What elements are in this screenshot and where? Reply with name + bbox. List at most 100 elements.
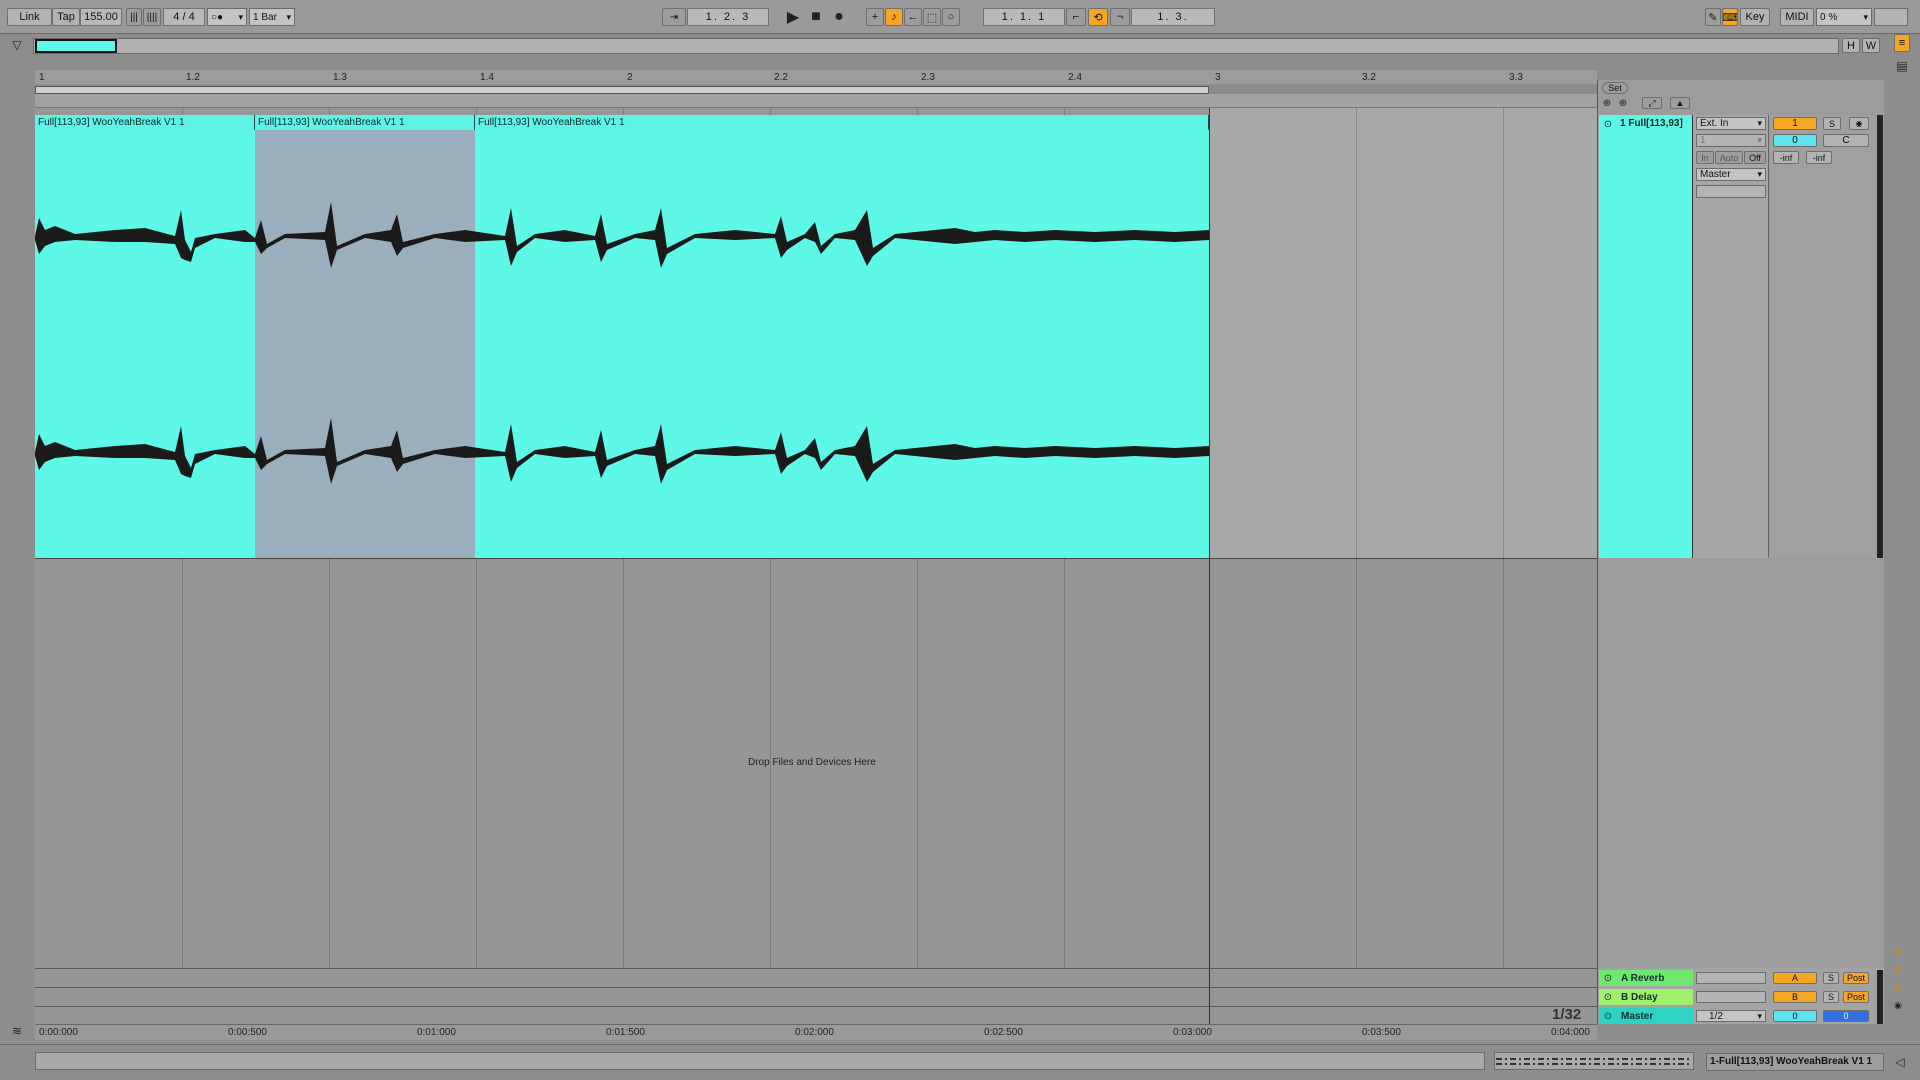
track-name[interactable]: 1 Full[113,93] <box>1620 118 1683 129</box>
loop-length-field[interactable]: 1. 3. <box>1131 8 1215 26</box>
peak-left-readout: -inf <box>1773 151 1799 164</box>
waveform <box>35 202 1209 484</box>
overview-toggle-icon[interactable]: ▽ <box>7 36 27 54</box>
follow-icon[interactable]: ⇥ <box>662 8 686 26</box>
nudge-down-icon[interactable]: ||| <box>126 8 142 26</box>
midi-map-button[interactable]: MIDI <box>1780 8 1814 26</box>
master-volume[interactable]: 0 <box>1773 1010 1817 1022</box>
loop-start-field[interactable]: 1. 1. 1 <box>983 8 1065 26</box>
set-button[interactable]: Set <box>1602 82 1628 94</box>
play-icon[interactable]: ▶ <box>783 7 803 27</box>
monitor-auto-button[interactable]: Auto <box>1715 151 1743 164</box>
session-record-icon[interactable]: ○ <box>942 8 960 26</box>
punch-out-icon[interactable]: ¬ <box>1110 8 1130 26</box>
track-header[interactable] <box>1599 115 1693 558</box>
stop-icon[interactable]: ■ <box>806 7 826 27</box>
re-enable-automation-icon[interactable]: ← <box>904 8 922 26</box>
groove-toggle-icon[interactable]: ≋ <box>7 1022 27 1040</box>
level-meter <box>1877 115 1883 558</box>
song-position-field[interactable]: 1. 2. 3 <box>687 8 769 26</box>
mixer-toggle-icon[interactable]: ◎ <box>1890 980 1906 994</box>
return-b-activator[interactable]: B <box>1773 991 1817 1003</box>
browser-toggle-icon[interactable]: ≡ <box>1894 34 1910 52</box>
lock-icon[interactable]: ▲ <box>1670 97 1690 109</box>
volume-slider[interactable]: 0 <box>1773 134 1817 147</box>
track-mixer-section <box>1770 115 1878 558</box>
time-label: 0:02:500 <box>984 1027 1023 1038</box>
clip-title[interactable]: Full[113,93] WooYeahBreak V1 1 <box>255 115 475 130</box>
quantize-select[interactable]: 1 Bar <box>249 8 295 26</box>
arrangement-after-loop <box>1209 108 1597 558</box>
capture-icon[interactable]: ⬚ <box>923 8 941 26</box>
bar-label: 3 <box>1215 72 1221 83</box>
io-section <box>1693 115 1769 558</box>
monitor-in-button[interactable]: In <box>1696 151 1714 164</box>
tempo-field[interactable]: 155.00 <box>80 8 122 26</box>
punch-in-icon[interactable]: ⌐ <box>1066 8 1086 26</box>
metronome-button[interactable]: ○● <box>207 8 247 26</box>
master-pan[interactable]: 0 <box>1823 1010 1869 1022</box>
monitor-off-button[interactable]: Off <box>1744 151 1766 164</box>
master-meter <box>1877 970 1883 1024</box>
loop-brace-ext <box>1209 86 1597 94</box>
tap-button[interactable]: Tap <box>52 8 80 26</box>
loop-end-line <box>1209 108 1210 1024</box>
return-a-play-icon[interactable]: ⊙ <box>1601 971 1615 985</box>
time-label: 0:01:000 <box>417 1027 456 1038</box>
returns-toggle-icon[interactable]: ◎ <box>1890 962 1906 976</box>
fold-icon[interactable]: ⤢ <box>1642 97 1662 109</box>
track-activator-button[interactable]: 1 <box>1773 117 1817 130</box>
track-fold-icon[interactable]: ⊙ <box>1601 117 1615 131</box>
zoom-grid-label: 1/32 <box>1552 1006 1582 1023</box>
master-play-icon[interactable]: ⊙ <box>1601 1009 1615 1023</box>
overview-viewport[interactable] <box>35 39 117 53</box>
clip-title[interactable]: Full[113,93] WooYeahBreak V1 1 <box>35 115 255 130</box>
draw-mode-icon[interactable]: ✎ <box>1705 8 1721 26</box>
arrangement-overview[interactable] <box>33 38 1839 54</box>
pan-knob[interactable]: C <box>1823 134 1869 147</box>
return-b-post[interactable]: Post <box>1843 991 1869 1003</box>
bar-label: 2.3 <box>921 72 935 83</box>
loop-switch-icon[interactable]: ⟲ <box>1088 8 1108 26</box>
return-a-solo[interactable]: S <box>1823 972 1839 984</box>
automation-arm-icon[interactable]: ♪ <box>885 8 903 26</box>
detail-view-toggle-icon[interactable]: ◁ <box>1890 1052 1910 1072</box>
return-a-post[interactable]: Post <box>1843 972 1869 984</box>
link-button[interactable]: Link <box>7 8 52 26</box>
crossfader-toggle-icon[interactable]: ◉ <box>1890 998 1906 1012</box>
peak-right-readout: -inf <box>1806 151 1832 164</box>
loop-brace[interactable] <box>35 86 1209 94</box>
return-b-send[interactable] <box>1696 991 1766 1003</box>
clip-title[interactable]: Full[113,93] WooYeahBreak V1 1 <box>475 115 1209 130</box>
bar-label: 1.4 <box>480 72 494 83</box>
nudge-up-icon[interactable]: |||| <box>143 8 161 26</box>
disk-meter <box>1874 8 1908 26</box>
key-map-button[interactable]: Key <box>1740 8 1770 26</box>
io-toggle-icon[interactable]: ◎ <box>1890 944 1906 958</box>
return-a-send[interactable] <box>1696 972 1766 984</box>
return-a-activator[interactable]: A <box>1773 972 1817 984</box>
arm-button[interactable]: ◉ <box>1849 117 1869 130</box>
overdub-icon[interactable]: + <box>866 8 884 26</box>
record-icon[interactable]: ● <box>829 7 849 27</box>
input-channel-select[interactable]: 1 <box>1696 134 1766 147</box>
bar-label: 1.2 <box>186 72 200 83</box>
master-lane <box>35 1006 1597 1007</box>
computer-midi-keyboard-icon[interactable]: ⌨ <box>1722 8 1738 26</box>
input-type-select[interactable]: Ext. In <box>1696 117 1766 130</box>
solo-button[interactable]: S <box>1823 117 1841 130</box>
h-button[interactable]: H <box>1842 38 1860 53</box>
time-label: 0:02:000 <box>795 1027 834 1038</box>
return-b-solo[interactable]: S <box>1823 991 1839 1003</box>
output-select[interactable]: Master <box>1696 168 1766 181</box>
drop-files-hint: Drop Files and Devices Here <box>748 757 876 768</box>
forward-icon[interactable]: ⊕ <box>1616 97 1630 109</box>
time-signature-field[interactable]: 4 / 4 <box>163 8 205 26</box>
back-icon[interactable]: ⊕ <box>1600 97 1614 109</box>
bar-label: 2 <box>627 72 633 83</box>
w-button[interactable]: W <box>1862 38 1880 53</box>
return-b-play-icon[interactable]: ⊙ <box>1601 990 1615 1004</box>
output-channel-select[interactable] <box>1696 185 1766 198</box>
clip-view-toggle-icon[interactable]: ▤ <box>1893 57 1911 75</box>
cue-out-select[interactable]: 1/2 <box>1696 1010 1766 1022</box>
